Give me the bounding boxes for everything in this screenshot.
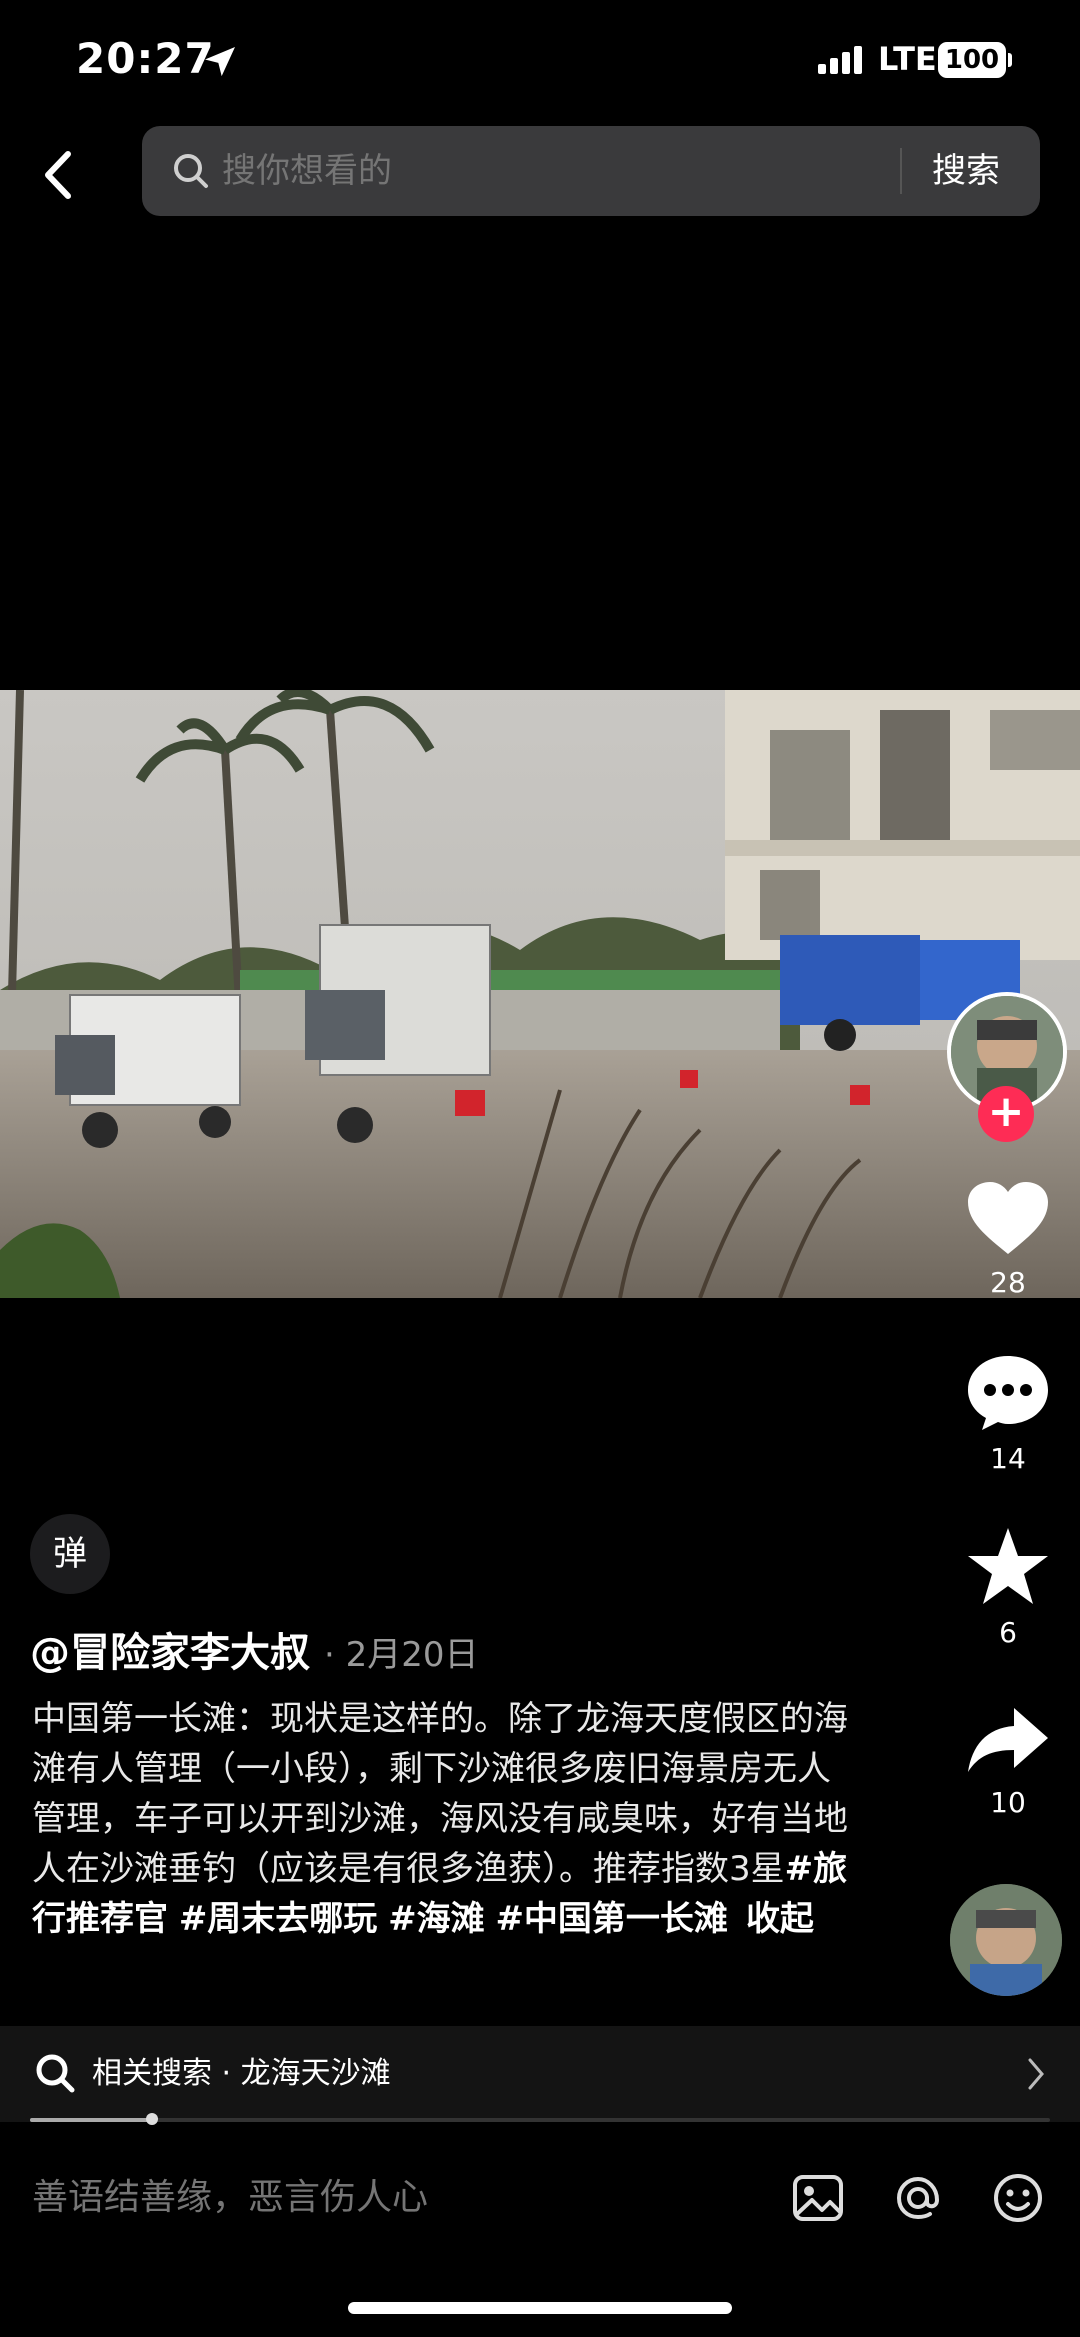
like-button[interactable]: 28: [950, 1180, 1066, 1299]
hashtag[interactable]: #中国第一长滩: [495, 1899, 728, 1939]
hashtag[interactable]: #海滩: [388, 1899, 485, 1939]
battery-icon: 100: [938, 42, 1006, 78]
share-icon: [968, 1708, 1048, 1772]
author-line: @冒险家李大叔 · 2月20日: [30, 1620, 910, 1680]
back-button[interactable]: [30, 140, 90, 210]
video-progress-bar[interactable]: [30, 2113, 1050, 2125]
status-bar: 20:27 LTE 100: [0, 0, 1080, 120]
heart-icon: [968, 1182, 1048, 1254]
home-indicator: [348, 2302, 732, 2314]
network-type: LTE: [878, 40, 937, 78]
search-submit-button[interactable]: 搜索: [932, 126, 1000, 216]
follow-button[interactable]: +: [978, 1086, 1034, 1142]
post-date: · 2月20日: [324, 1635, 479, 1675]
comment-icon: [968, 1356, 1048, 1430]
like-count: 28: [990, 1266, 1026, 1299]
progress-knob[interactable]: [146, 2113, 159, 2125]
caption-text: 中国第一长滩：现状是这样的。除了龙海天度假区的海滩有人管理（一小段），剩下沙滩很…: [32, 1699, 848, 1889]
comment-input[interactable]: [32, 2160, 752, 2236]
danmaku-button[interactable]: 弹: [30, 1514, 110, 1594]
search-divider: [900, 148, 902, 194]
comment-button[interactable]: 14: [950, 1352, 1066, 1475]
chevron-right-icon: [1028, 2058, 1044, 2090]
search-box[interactable]: 搜索: [142, 126, 1040, 216]
music-disc[interactable]: [950, 1884, 1062, 1996]
search-icon: [174, 154, 208, 188]
signal-icon: [818, 46, 862, 74]
hashtag[interactable]: #周末去哪玩: [179, 1899, 378, 1939]
favorite-button[interactable]: 6: [950, 1526, 1066, 1649]
image-icon[interactable]: [790, 2170, 846, 2226]
progress-fill: [30, 2118, 153, 2122]
share-count: 10: [990, 1786, 1026, 1819]
video-player[interactable]: [0, 690, 1080, 1298]
mention-icon[interactable]: [890, 2170, 946, 2226]
favorite-count: 6: [999, 1616, 1017, 1649]
author-name[interactable]: @冒险家李大叔: [30, 1630, 310, 1676]
related-search-bar[interactable]: 相关搜索 · 龙海天沙滩: [0, 2026, 1080, 2122]
search-input[interactable]: [222, 126, 802, 216]
comment-count: 14: [990, 1442, 1026, 1475]
music-disc-image: [950, 1884, 1062, 1996]
location-arrow-icon: [205, 47, 235, 77]
post-caption: 中国第一长滩：现状是这样的。除了龙海天度假区的海滩有人管理（一小段），剩下沙滩很…: [32, 1694, 852, 1944]
related-search-label: 相关搜索 · 龙海天沙滩: [92, 2056, 391, 2091]
collapse-button[interactable]: 收起: [746, 1899, 814, 1939]
search-icon: [36, 2054, 75, 2093]
battery-tip: [1008, 53, 1012, 67]
star-icon: [968, 1528, 1048, 1604]
emoji-icon[interactable]: [990, 2170, 1046, 2226]
share-button[interactable]: 10: [950, 1706, 1066, 1819]
status-time: 20:27: [76, 34, 215, 83]
